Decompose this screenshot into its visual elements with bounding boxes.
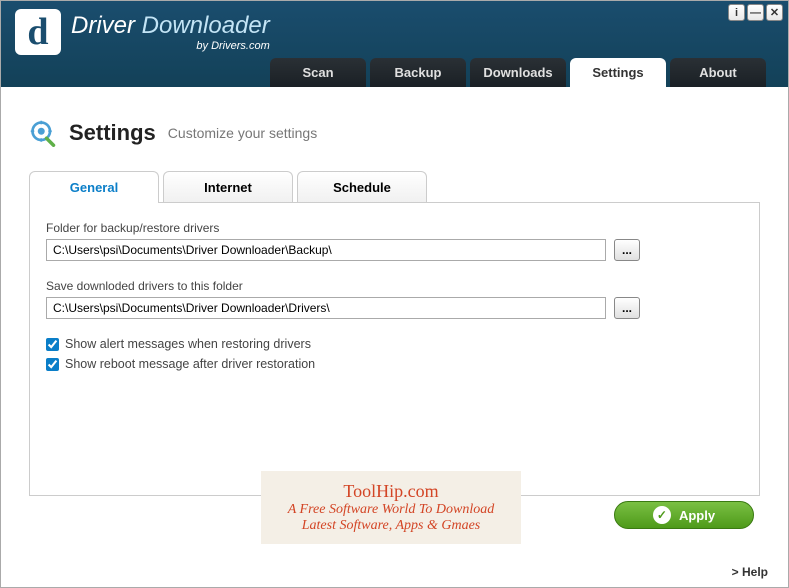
watermark: ToolHip.com A Free Software World To Dow…	[261, 471, 521, 544]
watermark-title: ToolHip.com	[269, 481, 513, 502]
inner-tabs: General Internet Schedule	[29, 171, 760, 203]
inner-tab-schedule[interactable]: Schedule	[297, 171, 427, 203]
alert-checkbox-row: Show alert messages when restoring drive…	[46, 337, 743, 351]
window-controls: i — ✕	[728, 4, 783, 21]
app-subtitle: by Drivers.com	[71, 40, 270, 52]
title-driver: Driver	[71, 12, 135, 39]
apply-button[interactable]: ✓ Apply	[614, 501, 754, 529]
tab-backup[interactable]: Backup	[370, 58, 466, 87]
tab-about[interactable]: About	[670, 58, 766, 87]
nav-tabs: Scan Backup Downloads Settings About	[268, 58, 768, 87]
inner-tab-internet[interactable]: Internet	[163, 171, 293, 203]
tab-downloads[interactable]: Downloads	[470, 58, 566, 87]
alert-checkbox-label: Show alert messages when restoring drive…	[65, 337, 311, 351]
page-title: Settings	[69, 120, 156, 146]
gear-icon	[29, 119, 57, 147]
reboot-checkbox-label: Show reboot message after driver restora…	[65, 357, 315, 371]
page-header: Settings Customize your settings	[29, 119, 760, 147]
app-window: i — ✕ d Driver Downloader by Drivers.com…	[0, 0, 789, 588]
minimize-button[interactable]: —	[747, 4, 764, 21]
close-button[interactable]: ✕	[766, 4, 783, 21]
backup-folder-label: Folder for backup/restore drivers	[46, 221, 743, 235]
content-area: Settings Customize your settings General…	[1, 87, 788, 496]
watermark-line2: Latest Software, Apps & Gmaes	[269, 518, 513, 534]
backup-folder-input[interactable]	[46, 239, 606, 261]
reboot-checkbox[interactable]	[46, 358, 59, 371]
info-button[interactable]: i	[728, 4, 745, 21]
backup-folder-row: ...	[46, 239, 743, 261]
check-icon: ✓	[653, 506, 671, 524]
watermark-line1: A Free Software World To Download	[269, 502, 513, 518]
help-link[interactable]: > Help	[732, 565, 768, 579]
download-browse-button[interactable]: ...	[614, 297, 640, 319]
logo-area: d Driver Downloader by Drivers.com	[1, 1, 788, 63]
reboot-checkbox-row: Show reboot message after driver restora…	[46, 357, 743, 371]
alert-checkbox[interactable]	[46, 338, 59, 351]
app-title: Driver Downloader	[71, 12, 270, 40]
tab-settings[interactable]: Settings	[570, 58, 666, 87]
backup-browse-button[interactable]: ...	[614, 239, 640, 261]
download-folder-row: ...	[46, 297, 743, 319]
apply-label: Apply	[679, 508, 715, 523]
app-header: i — ✕ d Driver Downloader by Drivers.com…	[1, 1, 788, 87]
title-downloader: Downloader	[142, 12, 270, 39]
logo-icon: d	[15, 9, 61, 55]
download-folder-label: Save downloded drivers to this folder	[46, 279, 743, 293]
page-subtitle: Customize your settings	[168, 125, 317, 141]
settings-panel: Folder for backup/restore drivers ... Sa…	[29, 202, 760, 496]
download-folder-input[interactable]	[46, 297, 606, 319]
tab-scan[interactable]: Scan	[270, 58, 366, 87]
inner-tab-general[interactable]: General	[29, 171, 159, 203]
app-title-block: Driver Downloader by Drivers.com	[71, 12, 270, 52]
